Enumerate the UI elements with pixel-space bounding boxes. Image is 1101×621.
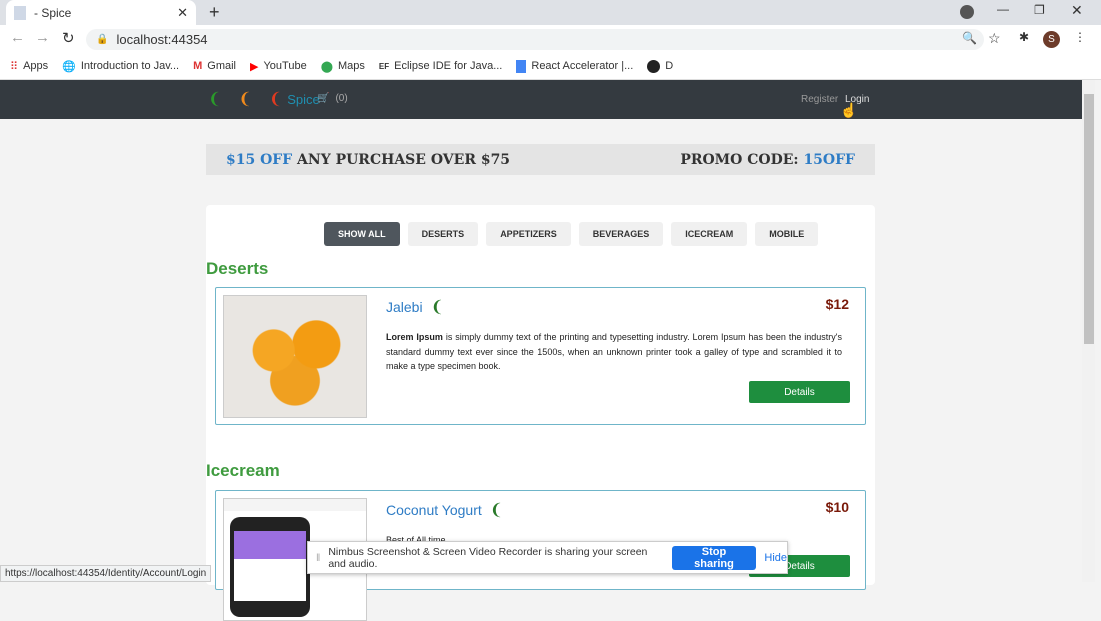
cursor-hand-icon: ☝ [840, 102, 858, 118]
description-bold: Lorem Ipsum [386, 332, 443, 342]
brand-name: Spice [287, 91, 320, 107]
maps-pin-icon: ⬤ [320, 60, 334, 73]
menu-icon[interactable]: ⋮ [1074, 30, 1086, 44]
product-title-link[interactable]: Coconut Yogurt ❨ [386, 500, 503, 520]
details-button[interactable]: Details [749, 381, 850, 403]
promo-text: ANY PURCHASE OVER $75 [292, 151, 511, 168]
browser-tab[interactable]: - Spice ✕ [6, 0, 196, 25]
promo-code: PROMO CODE: 15OFF [680, 152, 855, 168]
stop-sharing-button[interactable]: Stop sharing [671, 545, 757, 570]
tab-title: - Spice [34, 5, 72, 20]
bookmark-label: D [665, 60, 674, 72]
github-icon [647, 59, 661, 73]
filter-appetizers[interactable]: APPETIZERS [486, 222, 571, 246]
filter-beverages[interactable]: BEVERAGES [578, 222, 664, 246]
forward-icon[interactable]: → [35, 29, 50, 46]
promo-banner: $15 OFF ANY PURCHASE OVER $75 PROMO CODE… [206, 144, 875, 175]
promo-code-label: PROMO CODE: [680, 151, 804, 168]
chili-icon: ❨ [430, 299, 444, 316]
bookmark-label: Maps [338, 60, 365, 72]
category-heading: Icecream [206, 461, 280, 480]
chili-icon: ❨ [489, 502, 504, 519]
gmail-icon: M [193, 60, 203, 72]
minimize-icon[interactable]: — [997, 2, 1009, 16]
new-tab-icon[interactable]: + [209, 2, 220, 23]
bookmark-react[interactable]: React Accelerator |... [516, 59, 634, 73]
bookmark-label: Eclipse IDE for Java... [394, 60, 503, 72]
url-text: localhost:44354 [116, 32, 208, 47]
product-title-link[interactable]: Jalebi ❨ [386, 297, 444, 317]
eclipse-icon: EF [378, 61, 390, 71]
back-icon[interactable]: ← [10, 29, 25, 46]
category-heading: Deserts [206, 259, 269, 278]
product-card: Jalebi ❨ $12 Lorem Ipsum is simply dummy … [215, 287, 866, 425]
product-card: Coconut Yogurt ❨ $10 Best of All time Det… [215, 490, 866, 621]
register-link[interactable]: Register [801, 94, 838, 105]
bookmark-eclipse[interactable]: EF Eclipse IDE for Java... [379, 60, 502, 72]
bookmark-label: React Accelerator |... [531, 60, 634, 72]
drag-handle-icon[interactable]: ‖ [316, 552, 320, 564]
share-message: Nimbus Screenshot & Screen Video Recorde… [328, 545, 648, 570]
docs-icon [516, 59, 527, 73]
bookmark-github[interactable]: D [647, 59, 674, 73]
product-price: $12 [825, 296, 849, 312]
bookmark-java[interactable]: 🌐 Introduction to Jav... [62, 60, 179, 73]
globe-icon: 🌐 [62, 60, 76, 73]
tab-bar: - Spice ✕ + — ❐ ✕ [0, 0, 1101, 25]
category-filters: SHOW ALL DESERTS APPETIZERS BEVERAGES IC… [324, 222, 819, 246]
description-text: is simply dummy text of the printing and… [386, 332, 842, 371]
url-field[interactable]: 🔒 localhost:44354 [86, 29, 984, 50]
bookmark-star-icon[interactable]: ☆ [988, 30, 1001, 47]
bookmark-label: Apps [23, 60, 49, 72]
cart-link[interactable]: 🛒 (0) [317, 93, 348, 104]
hide-link[interactable]: Hide [764, 552, 787, 564]
address-bar: ← → ↻ 🔒 localhost:44354 🔍 ☆ ✱ S ⋮ [0, 25, 1101, 53]
product-description: Lorem Ipsum is simply dummy text of the … [386, 330, 842, 374]
close-window-icon[interactable]: ✕ [1071, 2, 1083, 19]
promo-code-value: 15OFF [803, 151, 855, 168]
bookmarks-bar: ⠿ Apps 🌐 Introduction to Jav... M Gmail ▶ Yo… [0, 53, 1101, 80]
cart-count: (0) [335, 93, 348, 104]
site-navbar: ❨ ❨ ❨ Spice 🛒 (0) Register Login ☝ [0, 80, 1082, 119]
green-chili-icon: ❨ [208, 91, 222, 108]
tab-search-icon[interactable] [960, 5, 974, 19]
promo-amount: $15 OFF [226, 151, 293, 168]
page-favicon-icon [14, 5, 26, 20]
bookmark-label: YouTube [263, 60, 307, 72]
bookmark-gmail[interactable]: M Gmail [193, 60, 236, 72]
filter-mobile[interactable]: MOBILE [755, 222, 819, 246]
reload-icon[interactable]: ↻ [62, 29, 75, 47]
scrollbar-thumb[interactable] [1084, 94, 1094, 344]
screen-share-notification: ‖ Nimbus Screenshot & Screen Video Recor… [307, 541, 788, 574]
filter-deserts[interactable]: DESERTS [407, 222, 479, 246]
extensions-icon[interactable]: ✱ [1019, 30, 1029, 44]
product-name: Coconut Yogurt [386, 502, 482, 518]
bookmark-maps[interactable]: ⬤ Maps [321, 60, 365, 73]
filter-icecream[interactable]: ICECREAM [671, 222, 748, 246]
bookmark-label: Gmail [207, 60, 236, 72]
zoom-icon[interactable]: 🔍 [962, 31, 977, 45]
bookmark-youtube[interactable]: ▶ YouTube [250, 60, 307, 73]
restore-icon[interactable]: ❐ [1034, 3, 1045, 17]
cart-icon: 🛒 [317, 93, 330, 104]
orange-chili-icon: ❨ [238, 91, 252, 108]
red-chili-icon: ❨ [268, 91, 283, 108]
close-tab-icon[interactable]: ✕ [177, 5, 188, 21]
bookmark-apps[interactable]: ⠿ Apps [10, 60, 48, 73]
status-bar-url: https://localhost:44354/Identity/Account… [0, 565, 212, 582]
profile-avatar[interactable]: S [1043, 31, 1060, 48]
promo-offer: $15 OFF ANY PURCHASE OVER $75 [226, 152, 510, 168]
product-name: Jalebi [386, 299, 423, 315]
lock-icon: 🔒 [96, 34, 109, 45]
filter-show-all[interactable]: SHOW ALL [324, 222, 400, 246]
product-price: $10 [825, 499, 849, 515]
product-image [223, 295, 367, 418]
youtube-icon: ▶ [250, 60, 259, 73]
brand-link[interactable]: ❨ ❨ ❨ Spice [208, 89, 320, 109]
bookmark-label: Introduction to Jav... [80, 60, 180, 72]
apps-grid-icon: ⠿ [10, 60, 19, 73]
